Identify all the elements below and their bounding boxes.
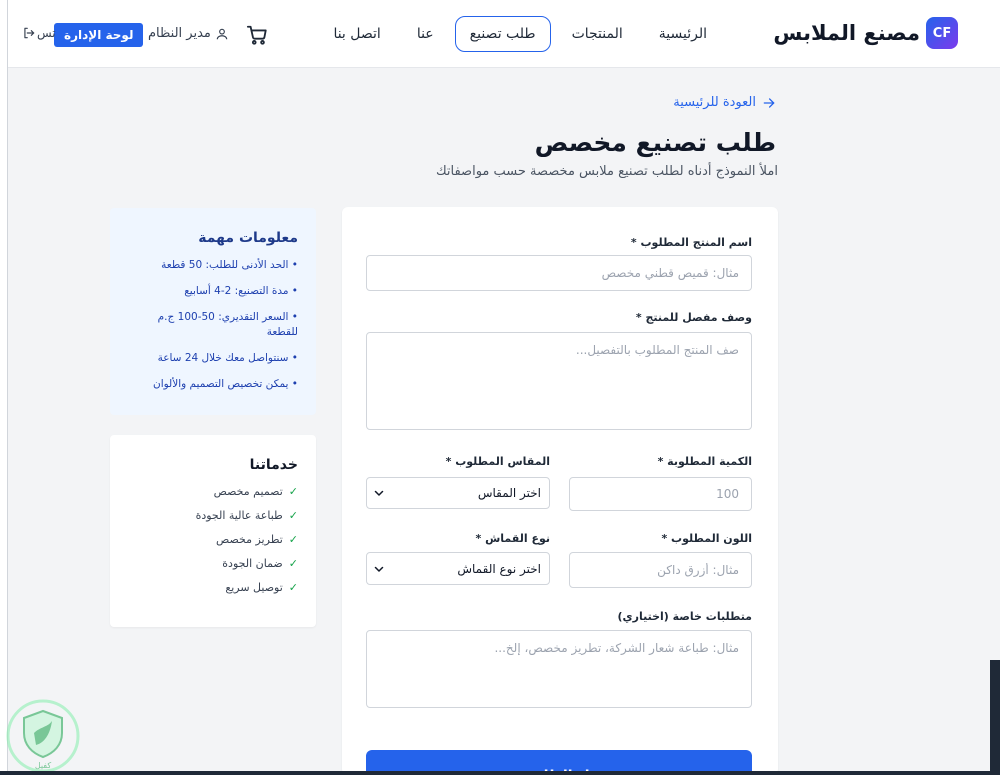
services-card-title: خدماتنا	[249, 457, 298, 473]
page-title: طلب تصنيع مخصص	[534, 128, 776, 157]
product-name-label: اسم المنتج المطلوب *	[630, 236, 752, 249]
watermark-shield-icon: كفيل	[6, 699, 80, 773]
description-textarea[interactable]	[366, 332, 752, 430]
list-item: ✓ توصيل سريع	[128, 581, 298, 594]
list-item: • السعر التقديري: 50-100 ج.م للقطعة	[157, 311, 298, 338]
nav-products[interactable]: المنتجات	[557, 16, 638, 52]
main-nav: الرئيسية المنتجات طلب تصنيع عنا اتصل بنا	[318, 16, 722, 52]
special-requirements-textarea[interactable]	[366, 630, 752, 708]
size-label: المقاس المطلوب *	[445, 455, 550, 468]
nav-contact[interactable]: اتصل بنا	[318, 16, 395, 52]
service-label: تطريز مخصص	[215, 533, 283, 546]
service-label: طباعة عالية الجودة	[195, 509, 283, 522]
user-menu[interactable]: مدير النظام	[148, 26, 229, 41]
page-subtitle: املأ النموذج أدناه لطلب تصنيع ملابس مخصص…	[435, 164, 778, 179]
service-label: ضمان الجودة	[222, 557, 283, 570]
list-item: • سنتواصل معك خلال 24 ساعة	[157, 352, 298, 364]
info-card-title: معلومات مهمة	[198, 230, 298, 246]
quantity-input[interactable]	[569, 477, 752, 511]
brand-name: مصنع الملابس	[773, 21, 920, 45]
list-item: ✓ طباعة عالية الجودة	[128, 509, 298, 522]
window-edge	[0, 771, 1000, 775]
custom-order-form: اسم المنتج المطلوب * وصف مفصل للمنتج * ا…	[342, 207, 778, 775]
list-item: • الحد الأدنى للطلب: 50 قطعة	[161, 259, 298, 271]
top-navbar: CF مصنع الملابس الرئيسية المنتجات طلب تص…	[8, 0, 1000, 68]
check-icon: ✓	[288, 485, 298, 498]
check-icon: ✓	[288, 533, 298, 546]
nav-custom-order[interactable]: طلب تصنيع	[454, 16, 551, 52]
user-name: مدير النظام	[148, 26, 211, 41]
color-label: اللون المطلوب *	[661, 532, 752, 545]
chevron-down-icon	[374, 566, 384, 572]
window-edge	[990, 660, 1000, 775]
nav-about[interactable]: عنا	[402, 16, 449, 52]
special-requirements-label: متطلبات خاصة (اختياري)	[617, 610, 752, 623]
info-list: • الحد الأدنى للطلب: 50 قطعة • مدة التصن…	[128, 258, 298, 392]
back-to-home-link[interactable]: العودة للرئيسية	[673, 95, 776, 110]
check-icon: ✓	[288, 509, 298, 522]
list-item: ✓ تصميم مخصص	[128, 485, 298, 498]
size-select-value: اختر المقاس	[477, 486, 541, 500]
window-edge	[0, 0, 8, 775]
description-label: وصف مفصل للمنتج *	[635, 311, 752, 324]
check-icon: ✓	[288, 581, 298, 594]
fabric-select-value: اختر نوع القماش	[457, 561, 541, 576]
list-item: • يمكن تخصيص التصميم والألوان	[152, 378, 298, 390]
brand-logo: CF	[926, 17, 958, 49]
list-item: ✓ ضمان الجودة	[128, 557, 298, 570]
size-select[interactable]: اختر المقاس	[366, 477, 550, 509]
list-item: • مدة التصنيع: 2-4 أسابيع	[184, 285, 298, 297]
fabric-select[interactable]: اختر نوع القماش	[366, 552, 550, 585]
chevron-down-icon	[374, 490, 384, 496]
cart-icon[interactable]	[246, 24, 268, 46]
logout-label: تس	[37, 26, 56, 40]
logout-icon	[24, 27, 35, 39]
brand[interactable]: CF مصنع الملابس	[773, 17, 958, 49]
nav-home[interactable]: الرئيسية	[644, 16, 722, 52]
product-name-input[interactable]	[366, 255, 752, 291]
important-info-card: معلومات مهمة • الحد الأدنى للطلب: 50 قطع…	[110, 208, 316, 415]
user-icon	[216, 28, 228, 39]
services-card: خدماتنا ✓ تصميم مخصص ✓ طباعة عالية الجود…	[110, 435, 316, 627]
color-input[interactable]	[569, 552, 752, 588]
watermark-text: كفيل	[35, 761, 52, 770]
admin-dashboard-button[interactable]: لوحة الإدارة	[54, 23, 144, 47]
logout-button[interactable]: تس	[22, 26, 56, 40]
back-link-label: العودة للرئيسية	[673, 95, 756, 110]
quantity-label: الكمية المطلوبة *	[657, 455, 752, 468]
service-label: توصيل سريع	[225, 581, 283, 594]
list-item: ✓ تطريز مخصص	[128, 533, 298, 546]
arrow-right-icon	[763, 97, 775, 108]
check-icon: ✓	[288, 557, 298, 570]
fabric-label: نوع القماش *	[475, 532, 550, 545]
service-label: تصميم مخصص	[213, 485, 283, 498]
